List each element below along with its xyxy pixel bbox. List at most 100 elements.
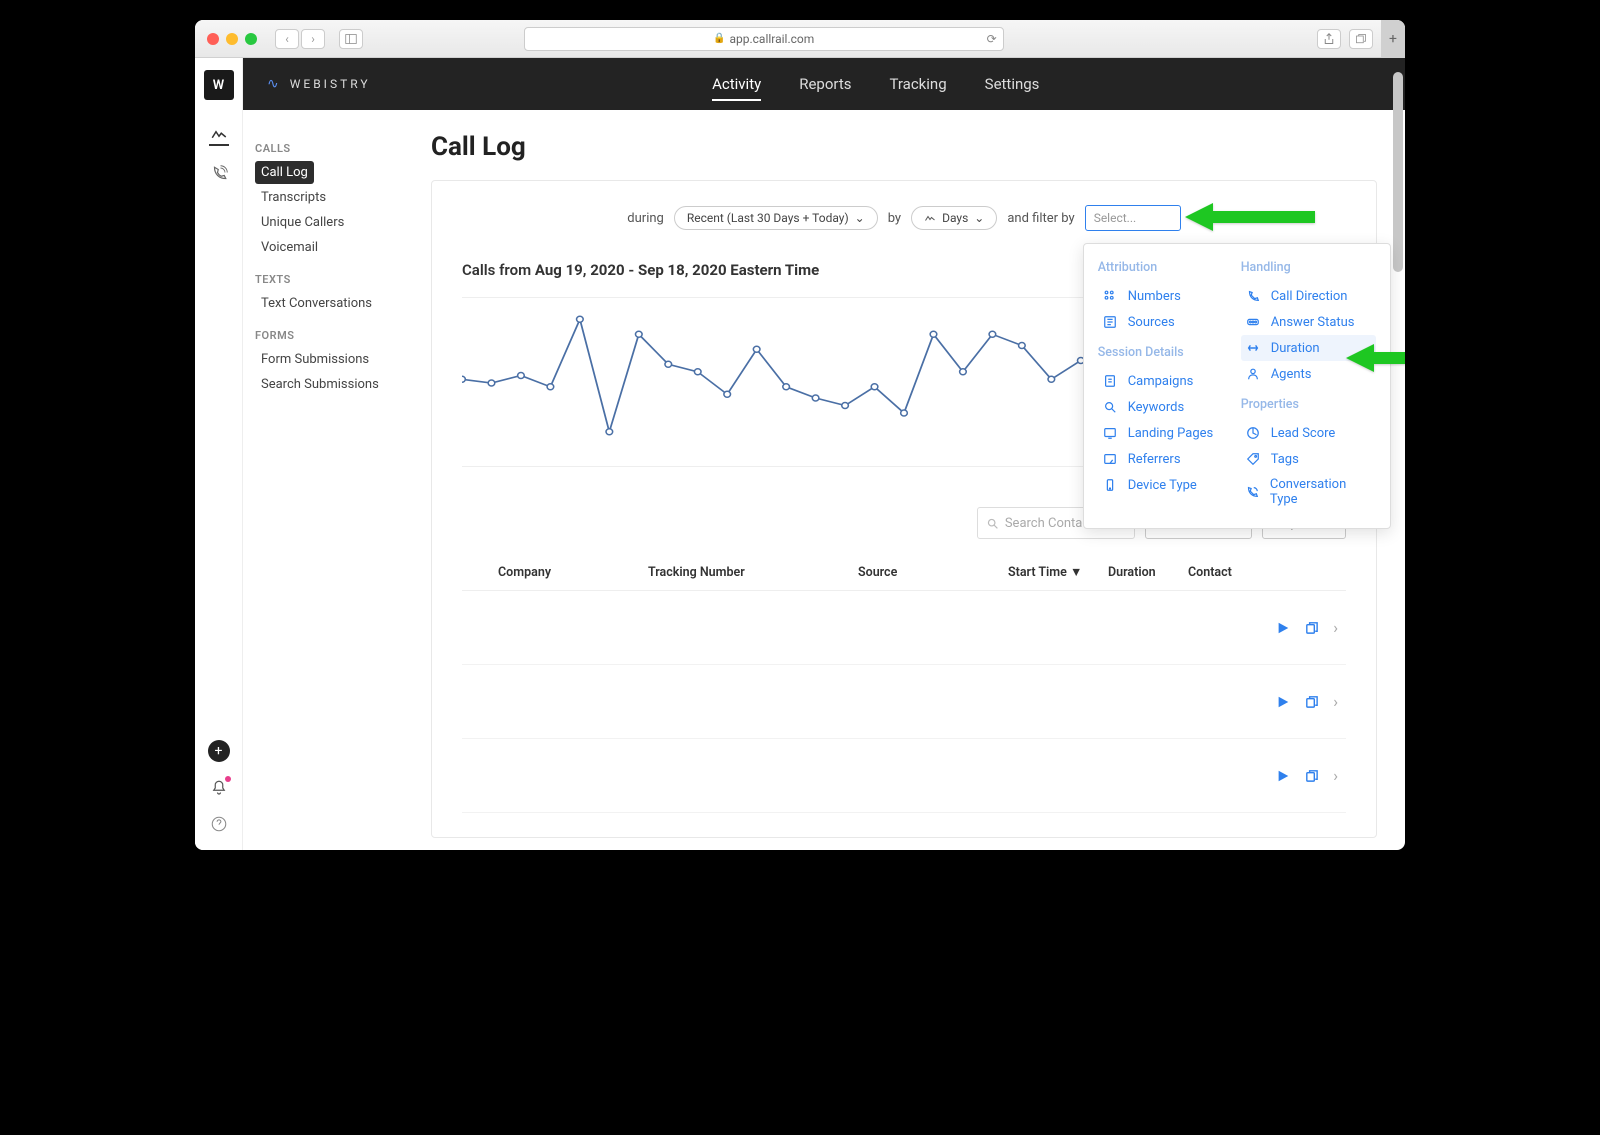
copy-icon[interactable]: [1304, 620, 1319, 635]
dd-campaigns[interactable]: Campaigns: [1098, 368, 1233, 394]
filter-placeholder: Select...: [1094, 211, 1136, 225]
daterange-dropdown[interactable]: Recent (Last 30 Days + Today) ⌄: [674, 206, 878, 230]
tabs-button[interactable]: [1349, 29, 1373, 49]
dd-agents[interactable]: Agents: [1241, 361, 1376, 387]
copy-icon[interactable]: [1304, 768, 1319, 783]
logo[interactable]: ∿ WEBISTRY: [267, 76, 371, 92]
chevron-right-icon[interactable]: ›: [1333, 618, 1338, 637]
table-row[interactable]: ›: [462, 591, 1346, 665]
dd-head-properties: Properties: [1241, 397, 1376, 412]
dd-duration[interactable]: Duration: [1241, 335, 1376, 361]
sidebar-item-unique-callers[interactable]: Unique Callers: [255, 211, 391, 234]
add-button[interactable]: +: [208, 740, 230, 762]
th-duration[interactable]: Duration: [1108, 565, 1188, 580]
forward-button[interactable]: ›: [301, 29, 325, 49]
landing-pages-icon: [1102, 425, 1118, 441]
sidebar-head-forms: FORMS: [255, 329, 391, 342]
nav-tracking[interactable]: Tracking: [889, 61, 946, 107]
th-source[interactable]: Source: [858, 565, 1008, 580]
url-text: app.callrail.com: [729, 32, 814, 46]
copy-icon[interactable]: [1304, 694, 1319, 709]
logo-mark-icon: ∿: [267, 76, 282, 92]
conversation-type-icon: [1245, 484, 1260, 500]
dd-keywords[interactable]: Keywords: [1098, 394, 1233, 420]
chevron-right-icon[interactable]: ›: [1333, 692, 1338, 711]
th-tracking[interactable]: Tracking Number: [648, 565, 858, 580]
sidebar-item-form-submissions[interactable]: Form Submissions: [255, 348, 391, 371]
lead-score-icon: [1245, 425, 1261, 441]
activity-icon[interactable]: [209, 126, 229, 146]
dd-conversation-type[interactable]: Conversation Type: [1241, 472, 1376, 512]
filterby-label: and filter by: [1007, 211, 1074, 226]
sidebar-item-transcripts[interactable]: Transcripts: [255, 186, 391, 209]
filter-select-input[interactable]: Select...: [1085, 205, 1181, 231]
granularity-dropdown[interactable]: Days ⌄: [911, 206, 997, 230]
help-icon[interactable]: [209, 814, 229, 834]
app: W + ∿ WEBISTRY: [195, 58, 1405, 850]
agents-icon: [1245, 366, 1261, 382]
dd-call-direction[interactable]: Call Direction: [1241, 283, 1376, 309]
th-company[interactable]: Company: [498, 565, 648, 580]
close-window-icon[interactable]: [207, 33, 219, 45]
sidebar: CALLS Call Log Transcripts Unique Caller…: [243, 110, 403, 850]
tags-icon: [1245, 451, 1261, 467]
new-tab-button[interactable]: +: [1381, 20, 1405, 58]
dd-tags[interactable]: Tags: [1241, 446, 1376, 472]
chevron-down-icon: ⌄: [855, 211, 865, 225]
table-row[interactable]: ›: [462, 739, 1346, 813]
th-start-time[interactable]: Start Time ▼: [1008, 565, 1108, 580]
sidebar-head-calls: CALLS: [255, 142, 391, 155]
play-icon[interactable]: [1276, 621, 1290, 635]
brand-square[interactable]: W: [204, 70, 234, 100]
page-title: Call Log: [431, 132, 1377, 162]
share-button[interactable]: [1317, 29, 1341, 49]
granularity-value: Days: [942, 211, 968, 225]
sources-icon: [1102, 314, 1118, 330]
notifications-icon[interactable]: [209, 778, 229, 798]
maximize-window-icon[interactable]: [245, 33, 257, 45]
sidebar-item-search-submissions[interactable]: Search Submissions: [255, 373, 391, 396]
left-rail: W +: [195, 58, 243, 850]
reload-icon[interactable]: ⟳: [987, 32, 997, 46]
dd-answer-status[interactable]: Answer Status: [1241, 309, 1376, 335]
nav-links: Activity Reports Tracking Settings: [712, 61, 1039, 107]
scrollbar[interactable]: [1393, 72, 1403, 272]
play-icon[interactable]: [1276, 769, 1290, 783]
sidebar-item-call-log[interactable]: Call Log: [255, 161, 314, 184]
search-icon: [986, 517, 999, 530]
dd-lead-score[interactable]: Lead Score: [1241, 420, 1376, 446]
annotation-arrow-select: [1185, 199, 1315, 235]
sidebar-toggle-button[interactable]: [339, 29, 363, 49]
by-label: by: [888, 211, 901, 226]
logo-text: WEBISTRY: [290, 77, 371, 91]
nav-settings[interactable]: Settings: [985, 61, 1040, 107]
device-icon: [1102, 477, 1118, 493]
dd-head-attribution: Attribution: [1098, 260, 1233, 275]
phone-icon[interactable]: [209, 164, 229, 184]
dd-landing-pages[interactable]: Landing Pages: [1098, 420, 1233, 446]
nav-activity[interactable]: Activity: [712, 61, 761, 107]
dd-sources[interactable]: Sources: [1098, 309, 1233, 335]
play-icon[interactable]: [1276, 695, 1290, 709]
chevron-right-icon[interactable]: ›: [1333, 766, 1338, 785]
dd-numbers[interactable]: Numbers: [1098, 283, 1233, 309]
dd-head-handling: Handling: [1241, 260, 1376, 275]
dd-referrers[interactable]: Referrers: [1098, 446, 1233, 472]
call-direction-icon: [1245, 288, 1261, 304]
table-row[interactable]: ›: [462, 665, 1346, 739]
back-button[interactable]: ‹: [275, 29, 299, 49]
during-label: during: [627, 211, 664, 226]
sidebar-item-text-conversations[interactable]: Text Conversations: [255, 292, 391, 315]
address-bar[interactable]: 🔒 app.callrail.com ⟳: [524, 27, 1004, 51]
content-row: CALLS Call Log Transcripts Unique Caller…: [243, 110, 1405, 850]
daterange-value: Recent (Last 30 Days + Today): [687, 211, 849, 225]
th-contact[interactable]: Contact: [1188, 565, 1288, 580]
sidebar-item-voicemail[interactable]: Voicemail: [255, 236, 391, 259]
minimize-window-icon[interactable]: [226, 33, 238, 45]
browser-chrome: ‹ › 🔒 app.callrail.com ⟳ +: [195, 20, 1405, 58]
dd-device-type[interactable]: Device Type: [1098, 472, 1233, 498]
nav-reports[interactable]: Reports: [799, 61, 851, 107]
table-header: Company Tracking Number Source Start Tim…: [462, 555, 1346, 591]
main-column: ∿ WEBISTRY Activity Reports Tracking Set…: [243, 58, 1405, 850]
campaigns-icon: [1102, 373, 1118, 389]
